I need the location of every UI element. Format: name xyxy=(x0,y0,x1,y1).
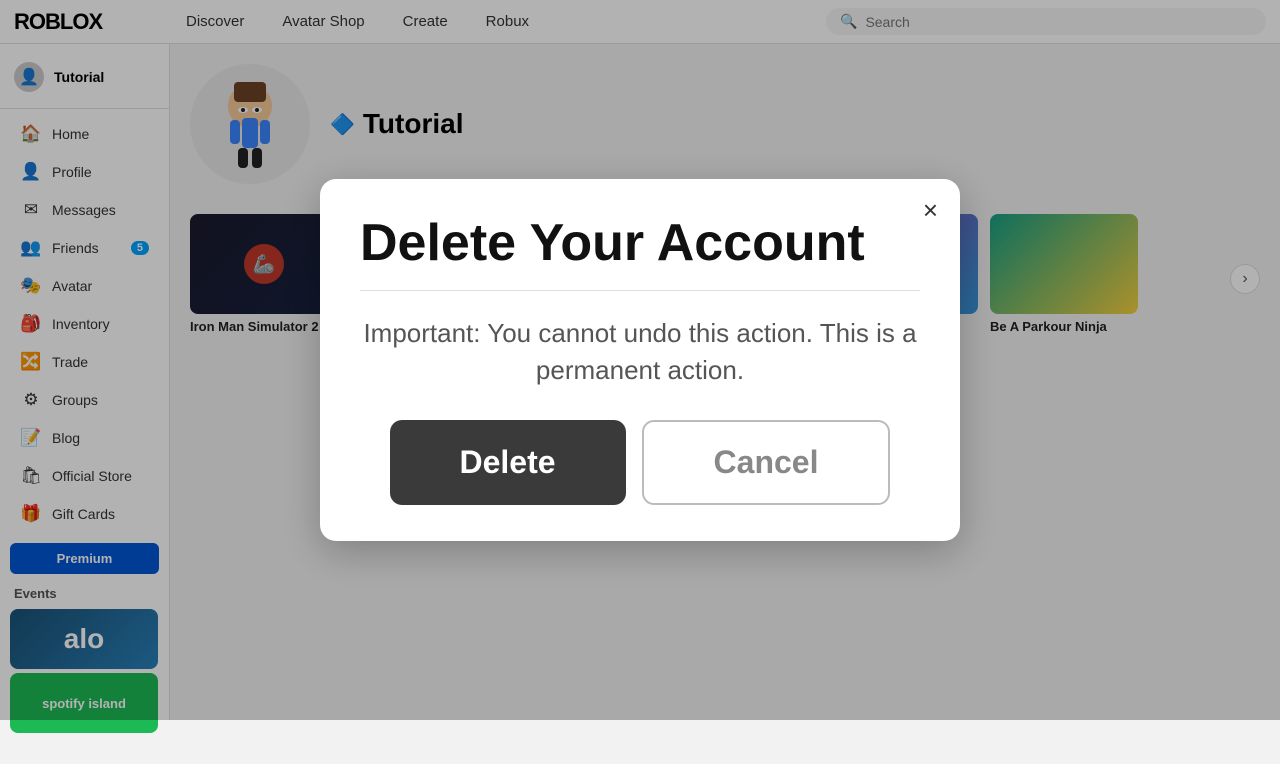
modal-message: Important: You cannot undo this action. … xyxy=(360,315,920,388)
delete-account-modal: × Delete Your Account Important: You can… xyxy=(320,179,960,541)
cancel-button[interactable]: Cancel xyxy=(642,420,891,505)
modal-divider xyxy=(360,290,920,291)
modal-close-button[interactable]: × xyxy=(923,197,938,223)
modal-buttons: Delete Cancel xyxy=(360,420,920,505)
modal-overlay: × Delete Your Account Important: You can… xyxy=(0,0,1280,720)
modal-title: Delete Your Account xyxy=(360,215,920,272)
delete-confirm-button[interactable]: Delete xyxy=(390,420,626,505)
